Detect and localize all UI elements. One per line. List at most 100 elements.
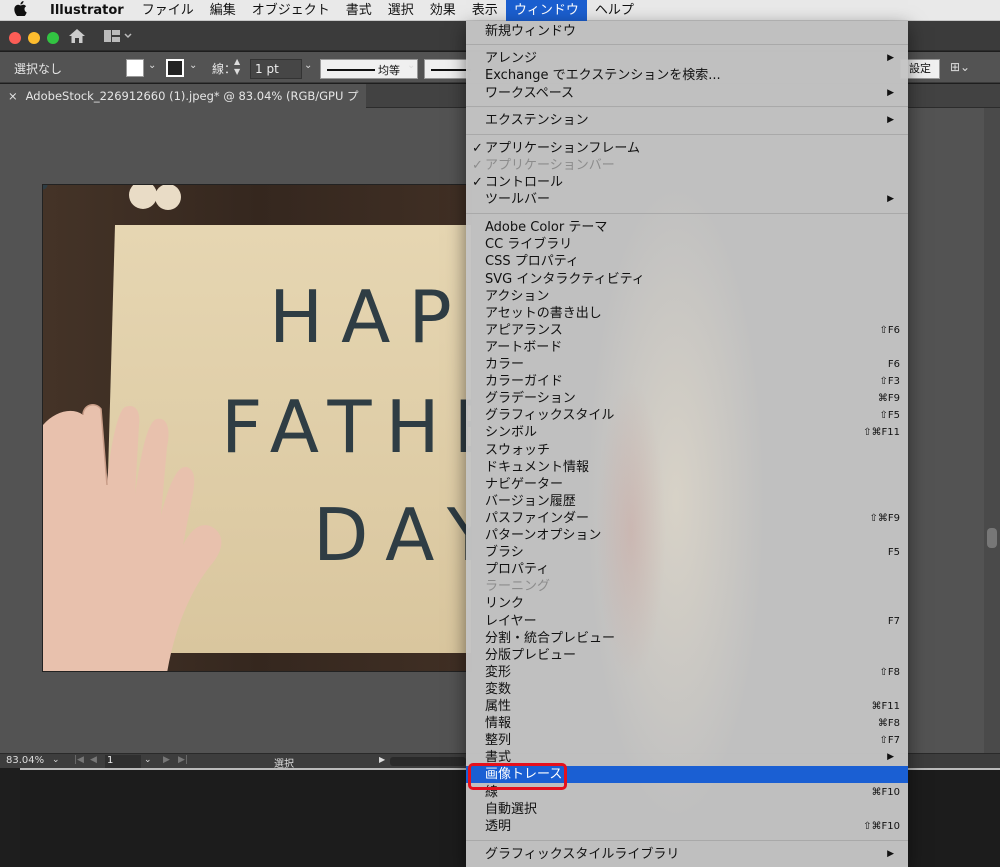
apple-icon[interactable]	[0, 0, 40, 20]
menu-item[interactable]: 整列 ⇧F7	[466, 732, 908, 749]
chevron-down-icon[interactable]: ⌄	[407, 60, 415, 71]
menubar-select[interactable]: 選択	[380, 0, 422, 21]
menu-item[interactable]: Exchange でエクステンションを検索...	[466, 67, 908, 84]
menubar-effect[interactable]: 効果	[422, 0, 464, 21]
menubar-type[interactable]: 書式	[338, 0, 380, 21]
stroke-weight-stepper[interactable]: ▲ ▼	[234, 57, 248, 79]
menu-item[interactable]: 透明 ⇧⌘F10	[466, 818, 908, 835]
menubar-window[interactable]: ウィンドウ	[505, 0, 587, 21]
window-minimize-button[interactable]	[28, 32, 40, 44]
menu-item[interactable]: カラーガイド ⇧F3	[466, 373, 908, 390]
menu-item[interactable]: グラフィックスタイルライブラリ ▶	[466, 846, 908, 863]
artboard-image[interactable]: HAPP FATHE DAY	[42, 184, 472, 672]
menu-item[interactable]: CC ライブラリ	[466, 236, 908, 253]
menu-item[interactable]: スウォッチ	[466, 442, 908, 459]
window-maximize-button[interactable]	[47, 32, 59, 44]
next-artboard-icon[interactable]: ▶	[163, 755, 170, 765]
menu-item-label: パスファインダー	[485, 510, 590, 526]
chevron-down-icon[interactable]: ⌄	[144, 755, 152, 765]
menubar-edit[interactable]: 編集	[202, 0, 244, 21]
play-icon[interactable]: ▶	[379, 755, 385, 764]
menu-item[interactable]: ツールバー ▶	[466, 191, 908, 208]
stroke-weight-field[interactable]: 1 pt	[250, 59, 302, 79]
menu-item-label: エクステンション	[485, 113, 589, 129]
close-icon[interactable]: ×	[8, 89, 18, 103]
menu-item[interactable]: 書式 ▶	[466, 749, 908, 766]
artboard-number-field[interactable]: 1	[105, 755, 141, 768]
menu-item[interactable]: アレンジ ▶	[466, 50, 908, 67]
menu-item[interactable]: シンボル ⇧⌘F11	[466, 424, 908, 441]
vertical-scrollbar[interactable]	[984, 108, 1000, 753]
menu-item[interactable]: パターンオプション	[466, 527, 908, 544]
menu-item[interactable]: グラフィックスタイル ⇧F5	[466, 407, 908, 424]
menubar-file[interactable]: ファイル	[134, 0, 202, 21]
menubar-help[interactable]: ヘルプ	[587, 0, 642, 21]
menu-item-label: 変数	[485, 681, 512, 697]
menu-item[interactable]: 新規ウィンドウ	[466, 23, 908, 40]
home-icon[interactable]	[68, 28, 86, 44]
menu-item-shortcut: ⌘F8	[877, 718, 900, 730]
fill-color-swatch[interactable]	[126, 59, 144, 77]
menu-item[interactable]: エクステンション ▶	[466, 112, 908, 129]
first-artboard-icon[interactable]: |◀	[74, 755, 84, 765]
menu-item[interactable]: アセットの書き出し	[466, 305, 908, 322]
document-tab[interactable]: × AdobeStock_226912660 (1).jpeg* @ 83.04%…	[0, 84, 366, 127]
arrange-documents-icon[interactable]: ⊞⌄	[950, 60, 970, 74]
menu-item[interactable]: Adobe Color テーマ	[466, 219, 908, 236]
menu-item[interactable]: ✓ コントロール	[466, 174, 908, 191]
last-artboard-icon[interactable]: ▶|	[178, 755, 188, 765]
chevron-down-icon[interactable]: ⌄	[148, 60, 156, 71]
menu-item[interactable]: アクション	[466, 288, 908, 305]
menu-item[interactable]: バージョン履歴	[466, 493, 908, 510]
menu-item[interactable]: CSS プロパティ	[466, 253, 908, 270]
menu-item[interactable]: レイヤー F7	[466, 613, 908, 630]
menu-item[interactable]: 画像トレース	[466, 766, 908, 784]
menu-item[interactable]: パスファインダー ⇧⌘F9	[466, 510, 908, 527]
menu-item[interactable]: 属性 ⌘F11	[466, 698, 908, 715]
menu-item[interactable]: SVG インタラクティビティ	[466, 271, 908, 288]
menu-item[interactable]: 変形 ⇧F8	[466, 664, 908, 681]
zoom-level-field[interactable]: 83.04%	[6, 755, 44, 766]
scrollbar-thumb[interactable]	[987, 528, 997, 548]
menu-item[interactable]: 線 ⌘F10	[466, 784, 908, 801]
menu-item[interactable]: ワークスペース ▶	[466, 85, 908, 102]
variable-width-profile-dropdown[interactable]: 均等	[320, 59, 418, 79]
menu-item[interactable]: グラデーション ⌘F9	[466, 390, 908, 407]
chevron-down-icon[interactable]: ⌄	[189, 60, 197, 71]
menu-item[interactable]: ナビゲーター	[466, 476, 908, 493]
menu-item[interactable]: アートボード	[466, 339, 908, 356]
window-close-button[interactable]	[9, 32, 21, 44]
brush-definition-dropdown[interactable]	[424, 59, 471, 79]
menu-item[interactable]: ドキュメント情報	[466, 459, 908, 476]
menu-item[interactable]: プロパティ	[466, 561, 908, 578]
menubar-view[interactable]: 表示	[464, 0, 506, 21]
stroke-color-swatch[interactable]	[166, 59, 184, 77]
menubar-object[interactable]: オブジェクト	[244, 0, 338, 21]
menu-item[interactable]: ✓ アプリケーションフレーム	[466, 140, 908, 157]
menu-item[interactable]: リンク	[466, 595, 908, 612]
menubar-app-name[interactable]: Illustrator	[40, 3, 134, 18]
menu-item[interactable]: カラー F6	[466, 356, 908, 373]
menu-item[interactable]: 分割・統合プレビュー	[466, 630, 908, 647]
chevron-down-icon[interactable]: ⌄	[304, 60, 312, 71]
horizontal-scrollbar[interactable]	[390, 757, 466, 766]
menu-item[interactable]: 変数	[466, 681, 908, 698]
menu-item[interactable]: 情報 ⌘F8	[466, 715, 908, 732]
menu-item-label: CC ライブラリ	[485, 237, 573, 253]
checkmark-icon: ✓	[472, 141, 483, 157]
menu-item[interactable]: 自動選択	[466, 801, 908, 818]
workspace-switcher-icon[interactable]	[104, 29, 132, 43]
menu-item-label: パターンオプション	[485, 528, 602, 543]
artwork-line-2: FATHE	[221, 385, 471, 469]
menu-item[interactable]: ブラシ F5	[466, 544, 908, 561]
menu-item[interactable]: 分版プレビュー	[466, 647, 908, 664]
menu-item-label: 変形	[485, 664, 512, 680]
menu-item-shortcut: F7	[887, 615, 900, 627]
lower-right-panel-area	[908, 768, 1000, 867]
chevron-down-icon[interactable]: ⌄	[52, 755, 60, 765]
menu-item-label: スウォッチ	[485, 442, 551, 458]
checkmark-icon: ✓	[472, 158, 483, 174]
menu-separator	[466, 839, 908, 841]
menu-item[interactable]: アピアランス ⇧F6	[466, 322, 908, 339]
previous-artboard-icon[interactable]: ◀	[90, 755, 97, 765]
